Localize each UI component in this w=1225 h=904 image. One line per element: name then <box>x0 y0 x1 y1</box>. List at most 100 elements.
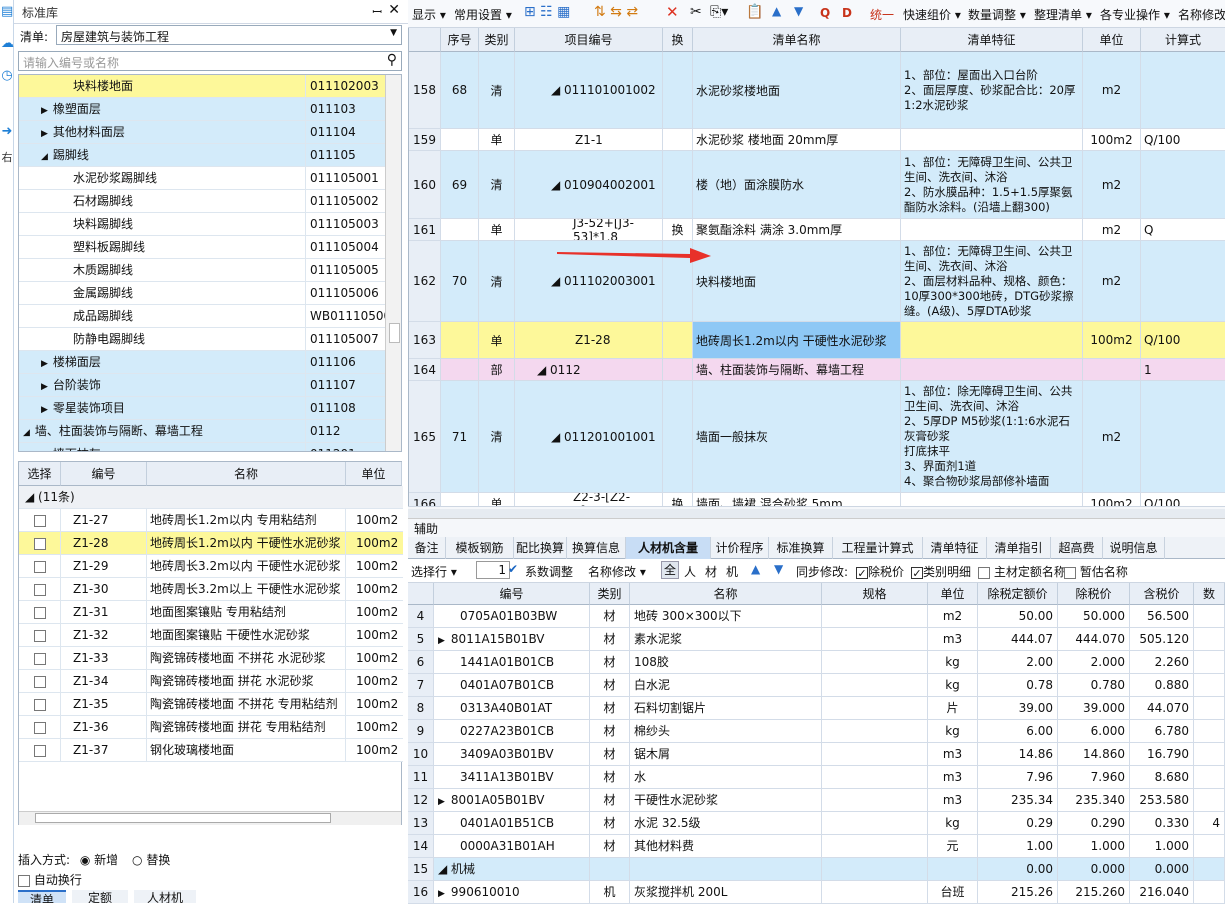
tree-row[interactable]: 水泥砂浆踢脚线 011105001 <box>19 167 385 190</box>
clock-icon[interactable]: ◷ <box>1 68 13 84</box>
arrow-right-icon[interactable]: ➜ <box>1 124 13 140</box>
lib-row[interactable]: Z1-27 地砖周长1.2m以内 专用粘结剂 100m2 <box>19 509 403 532</box>
library-icon[interactable]: ▤ <box>1 4 13 20</box>
aux-tab[interactable]: 计价程序 <box>711 537 769 559</box>
expand-icon[interactable]: ▶ <box>438 797 445 807</box>
aux-tab[interactable]: 配比换算 <box>514 537 567 559</box>
tree-row[interactable]: ◢ 墙、柱面装饰与隔断、幕墙工程 0112 <box>19 420 385 443</box>
qty-adjust-menu[interactable]: 数量调整 ▾ <box>968 6 1026 23</box>
resource-row[interactable]: 4 0705A01B03BW 材 地砖 300×300以下 m2 50.00 50.000 5… <box>408 605 1225 628</box>
resource-col-header[interactable]: 类别 <box>590 583 630 605</box>
pin-icon[interactable]: ꟷ <box>372 3 382 20</box>
expand-icon[interactable]: ▶ <box>41 382 48 392</box>
lib-row[interactable]: Z1-33 陶瓷锦砖楼地面 不拼花 水泥砂浆 100m2 <box>19 647 403 670</box>
resource-cell-rn[interactable]: 7 <box>408 674 434 696</box>
bill-col-header[interactable]: 序号 <box>441 28 479 52</box>
lib-group-row[interactable]: ◢ (11条) <box>19 486 403 509</box>
bill-cell-rn[interactable]: 161 <box>409 219 441 240</box>
resource-row[interactable]: 14 0000A31B01AH 材 其他材料费 元 1.00 1.000 1.000 <box>408 835 1225 858</box>
resource-row[interactable]: 9 0227A23B01CB 材 棉纱头 kg 6.00 6.000 6.780 <box>408 720 1225 743</box>
resource-row[interactable]: 11 3411A13B01BV 材 水 m3 7.96 7.960 8.680 <box>408 766 1225 789</box>
bill-row[interactable]: 164 部 ◢ 0112 墙、柱面装饰与隔断、幕墙工程 1 <box>409 359 1225 381</box>
collapse-icon[interactable]: ◢ <box>23 428 30 438</box>
lib-select-cell[interactable] <box>19 578 61 600</box>
resource-cell-rn[interactable]: 12 <box>408 789 434 811</box>
bill-col-header[interactable]: 清单特征 <box>901 28 1083 52</box>
expand-icon[interactable]: ▶ <box>41 405 48 415</box>
lib-row-checkbox[interactable] <box>33 606 46 619</box>
resource-row[interactable]: 16 ▶ 990610010 机 灰浆搅拌机 200L 台班 215.26 215.260 21… <box>408 881 1225 904</box>
toolbar-icon-group-1[interactable]: ⊞ ☷ ▦ <box>524 4 570 20</box>
lib-row-checkbox[interactable] <box>33 514 46 527</box>
resource-col-header[interactable] <box>408 583 434 605</box>
bill-cell-rn[interactable]: 163 <box>409 322 441 358</box>
auto-wrap-check[interactable]: 自动换行 <box>18 871 82 888</box>
lib-row[interactable]: Z1-32 地面图案镶贴 干硬性水泥砂浆 100m2 <box>19 624 403 647</box>
lib-row[interactable]: Z1-30 地砖周长3.2m以上 干硬性水泥砂浆 100m2 <box>19 578 403 601</box>
resource-cell-rn[interactable]: 11 <box>408 766 434 788</box>
main-rate-check[interactable]: 主材定额名称 <box>978 563 1066 580</box>
lib-select-cell[interactable] <box>19 739 61 761</box>
tree-row[interactable]: 块料踢脚线 011105003 <box>19 213 385 236</box>
bottom-tab[interactable]: 清单 <box>18 890 66 903</box>
aux-tab[interactable]: 标准换算 <box>769 537 833 559</box>
expand-icon[interactable]: ▶ <box>438 889 445 899</box>
tidy-bill-menu[interactable]: 整理清单 ▾ <box>1034 6 1092 23</box>
lib-col-header[interactable]: 名称 <box>147 462 346 486</box>
expand-icon[interactable]: ▶ <box>438 636 445 646</box>
tree-row[interactable]: 成品踢脚线 WB011105006 <box>19 305 385 328</box>
tree-row[interactable]: ◢ 踢脚线 011105 <box>19 144 385 167</box>
category-detail-checkbox[interactable] <box>911 566 923 579</box>
lib-select-cell[interactable] <box>19 509 61 531</box>
tree-row[interactable]: ▶ 墙面抹灰 011201 <box>19 443 385 451</box>
resource-cell-rn[interactable]: 13 <box>408 812 434 834</box>
resource-cell-rn[interactable]: 9 <box>408 720 434 742</box>
row-number-input[interactable]: 1 <box>476 561 510 579</box>
lib-select-cell[interactable] <box>19 647 61 669</box>
bill-col-header[interactable]: 单位 <box>1083 28 1141 52</box>
bill-col-header[interactable] <box>409 28 441 52</box>
tax-price-check[interactable]: 除税价 <box>856 563 904 580</box>
tree-row[interactable]: 防静电踢脚线 011105007 <box>19 328 385 351</box>
lib-hscroll-thumb[interactable] <box>35 813 331 823</box>
search-icon[interactable]: ⚲ <box>387 52 397 68</box>
filter-machine-button[interactable]: 机 <box>726 563 738 580</box>
resource-cell-rn[interactable]: 14 <box>408 835 434 857</box>
radio-new[interactable]: ◉ 新增 <box>80 853 118 867</box>
tax-price-checkbox[interactable] <box>856 566 868 579</box>
resource-col-header[interactable]: 数 <box>1194 583 1225 605</box>
expand-icon[interactable]: ▶ <box>41 106 48 116</box>
tree-row[interactable]: ▶ 楼梯面层 011106 <box>19 351 385 374</box>
bill-cell-rn[interactable]: 158 <box>409 52 441 128</box>
aux-tab[interactable]: 人材机含量 <box>626 537 711 559</box>
filter-all-button[interactable]: 全 <box>661 561 679 579</box>
resource-row[interactable]: 10 3409A03B01BV 材 锯木屑 m3 14.86 14.860 16.790 <box>408 743 1225 766</box>
tree-row[interactable]: ▶ 橡塑面层 011103 <box>19 98 385 121</box>
name-fix-menu[interactable]: 名称修改 <box>1178 6 1225 23</box>
aux-tab[interactable]: 清单指引 <box>987 537 1051 559</box>
bill-row[interactable]: 159 单 Z1-1 水泥砂浆 楼地面 20mm厚 100m2 Q/100 <box>409 129 1225 151</box>
resource-cell-rn[interactable]: 8 <box>408 697 434 719</box>
tree-row[interactable]: 木质踢脚线 011105005 <box>19 259 385 282</box>
tree-row[interactable]: ▶ 台阶装饰 011107 <box>19 374 385 397</box>
coef-adjust-button[interactable]: 系数调整 <box>525 563 573 580</box>
common-settings-menu[interactable]: 常用设置 ▾ <box>454 6 512 23</box>
resource-row[interactable]: 6 1441A01B01CB 材 108胶 kg 2.00 2.000 2.260 <box>408 651 1225 674</box>
lib-select-cell[interactable] <box>19 555 61 577</box>
resource-col-header[interactable]: 除税定额价 <box>978 583 1058 605</box>
main-rate-checkbox[interactable] <box>978 566 990 579</box>
lib-select-cell[interactable] <box>19 624 61 646</box>
bill-row[interactable]: 160 69 清 ◢ 010904002001 楼（地）面涂膜防水 1、部位：无障碍卫生间… <box>409 151 1225 219</box>
lib-row[interactable]: Z1-34 陶瓷锦砖楼地面 拼花 水泥砂浆 100m2 <box>19 670 403 693</box>
bill-cell-rn[interactable]: 160 <box>409 151 441 218</box>
auto-wrap-checkbox[interactable] <box>18 874 30 887</box>
resource-row[interactable]: 5 ▶ 8011A15B01BV 材 素水泥浆 m3 444.07 444.070 505.12… <box>408 628 1225 651</box>
lib-col-header[interactable]: 编号 <box>61 462 147 486</box>
tree-row[interactable]: 块料楼地面 011102003 <box>19 75 385 98</box>
resource-row[interactable]: 13 0401A01B51CB 材 水泥 32.5级 kg 0.29 0.290 0.330 4 <box>408 812 1225 835</box>
fee-icon[interactable]: D <box>842 6 852 20</box>
bill-col-header[interactable]: 清单名称 <box>693 28 901 52</box>
cut-icon[interactable]: ✂ <box>690 4 702 20</box>
tree-scrollbar[interactable] <box>385 75 401 451</box>
aux-tab[interactable]: 清单特征 <box>923 537 987 559</box>
